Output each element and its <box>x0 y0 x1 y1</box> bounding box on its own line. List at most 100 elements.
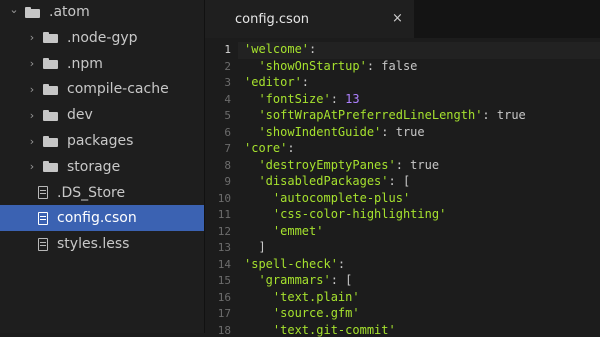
chevron-right-icon[interactable]: › <box>26 135 38 148</box>
tree-folder[interactable]: ⌄ .atom <box>0 0 204 25</box>
tree-item-label: .node-gyp <box>67 29 138 46</box>
line-number: 10 <box>217 191 231 205</box>
code-token: : <box>330 91 346 106</box>
code-line: 'fontSize': 13 <box>244 91 359 106</box>
tree-item-label: styles.less <box>57 236 130 253</box>
code-line: 'emmet' <box>244 224 324 238</box>
editor-pane[interactable]: config.cson × 1 2 3 4 5 6 7 8 9 10 11 12 13 14 15 16 17 1… <box>205 0 600 337</box>
chevron-down-icon[interactable]: ⌄ <box>8 3 20 16</box>
tab-bar: config.cson × <box>205 0 600 38</box>
code-line: 'showIndentGuide': true <box>244 124 424 139</box>
folder-icon <box>43 32 58 44</box>
folder-icon <box>43 109 58 121</box>
code-token: : <box>287 141 295 155</box>
code-token: : true <box>482 108 526 122</box>
code-token: 'grammars' <box>258 273 331 287</box>
chevron-right-icon[interactable]: › <box>26 109 38 122</box>
tree-folder[interactable]: › packages <box>0 128 204 154</box>
code-line: 'welcome': <box>244 42 316 56</box>
code-line: 'core': <box>244 141 295 155</box>
code-token: 'text.plain' <box>272 289 360 304</box>
code-token: 'showIndentGuide' <box>258 124 382 139</box>
tree-item-label: .atom <box>49 4 90 20</box>
chevron-right-icon[interactable]: › <box>26 160 38 173</box>
folder-icon <box>43 58 58 70</box>
tree-item-label: config.cson <box>57 210 137 227</box>
code-token: 'disabledPackages' <box>258 174 389 188</box>
tree-file[interactable]: .DS_Store <box>0 180 204 206</box>
close-icon[interactable]: × <box>392 11 403 26</box>
code-token: 'css-color-highlighting' <box>272 207 447 221</box>
tree-item-label: .DS_Store <box>57 184 126 201</box>
code-line: 'css-color-highlighting' <box>244 207 446 221</box>
code-token: 'welcome' <box>244 42 310 56</box>
line-number: 3 <box>224 76 231 89</box>
code-line: 'showOnStartup': false <box>244 59 417 73</box>
code-token: : <box>301 75 310 89</box>
code-line: 'source.gfm' <box>244 306 360 320</box>
code-token: 'core' <box>244 141 288 155</box>
folder-icon <box>43 161 58 173</box>
chevron-right-icon[interactable]: › <box>26 57 38 70</box>
chevron-right-icon[interactable]: › <box>26 83 38 96</box>
tree-item-label: compile-cache <box>67 81 169 98</box>
file-icon <box>38 186 48 200</box>
tree-folder[interactable]: › .node-gyp <box>0 25 204 51</box>
code-line: 'spell-check': <box>244 257 345 271</box>
code-token: : true <box>395 157 440 172</box>
folder-icon <box>43 83 58 95</box>
line-number: 14 <box>217 257 231 271</box>
code-token: : false <box>366 58 418 73</box>
folder-icon <box>43 135 58 147</box>
line-number: 4 <box>224 92 231 106</box>
file-icon <box>38 211 48 225</box>
tree-item-label: .npm <box>67 55 103 72</box>
tree-item-label: storage <box>67 158 121 175</box>
tab-config-cson[interactable]: config.cson × <box>205 0 414 38</box>
code-token: : [ <box>330 273 353 287</box>
code-line: 'text.plain' <box>244 290 360 304</box>
code-token: ] <box>244 240 266 254</box>
line-number: 11 <box>217 208 231 221</box>
code-token: 'text.git-commit' <box>272 322 396 337</box>
folder-icon <box>25 6 40 18</box>
code-token: : [ <box>388 174 411 188</box>
line-number: 8 <box>224 158 231 172</box>
code-token: : <box>309 42 317 56</box>
line-number-gutter: 1 2 3 4 5 6 7 8 9 10 11 12 13 14 15 16 17 18 <box>205 41 238 337</box>
line-number: 13 <box>217 241 231 254</box>
line-number: 12 <box>217 224 231 238</box>
tree-item-label: packages <box>67 133 134 149</box>
line-number: 15 <box>217 274 231 287</box>
tree-folder[interactable]: › dev <box>0 102 204 128</box>
code-token: 'spell-check' <box>244 256 338 271</box>
code-line: 'editor': <box>244 75 309 89</box>
line-number: 16 <box>217 290 231 304</box>
line-number: 6 <box>224 125 231 139</box>
tree-folder[interactable]: › compile-cache <box>0 76 204 102</box>
chevron-right-icon[interactable]: › <box>26 31 38 44</box>
line-number: 9 <box>224 175 231 188</box>
line-number: 1 <box>224 43 231 56</box>
code-token: 'showOnStartup' <box>258 58 367 73</box>
tree-file[interactable]: config.cson <box>0 205 204 232</box>
tree-item-label: dev <box>67 107 93 124</box>
tree-folder[interactable]: › .npm <box>0 51 204 77</box>
line-number: 18 <box>217 323 231 337</box>
tree-folder[interactable]: › storage <box>0 154 204 180</box>
code-line: 'destroyEmptyPanes': true <box>244 158 439 172</box>
code-line: 'softWrapAtPreferredLineLength': true <box>244 108 526 122</box>
code-token: 'fontSize' <box>258 91 331 106</box>
tree-file[interactable]: styles.less <box>0 231 204 257</box>
line-number: 7 <box>224 142 231 155</box>
